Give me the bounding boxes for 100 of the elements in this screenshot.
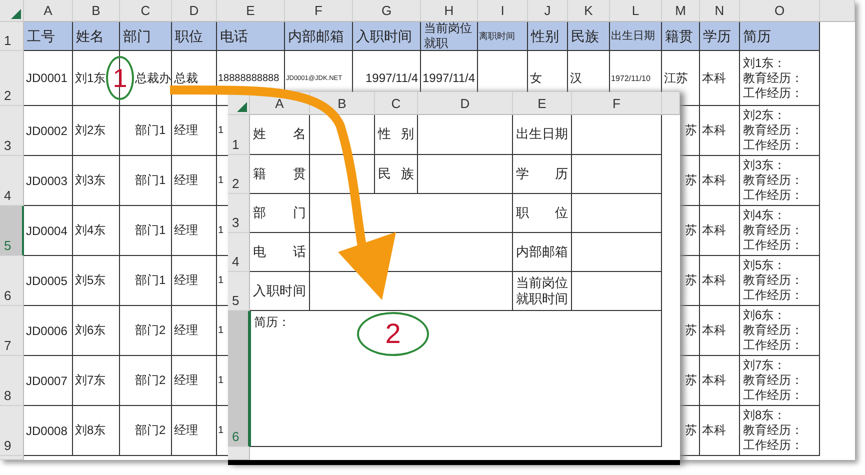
header-cell: 内部邮箱: [285, 22, 353, 51]
header-cell: 工号: [24, 22, 73, 51]
column-header[interactable]: C: [375, 92, 418, 115]
cell-text: 刘8东：: [743, 408, 786, 423]
cell-text: 刘1东：: [743, 56, 786, 70]
column-header[interactable]: J: [528, 0, 568, 22]
column-header[interactable]: A: [24, 0, 73, 22]
column-header[interactable]: I: [478, 0, 528, 22]
select-all-icon[interactable]: [237, 102, 247, 112]
column-header[interactable]: G: [353, 0, 421, 22]
header-cell: 出生日期: [610, 22, 662, 51]
table-cell: JD0006: [24, 306, 73, 356]
column-header[interactable]: H: [421, 0, 478, 22]
cell-text: 教育经历：: [743, 323, 803, 338]
table-cell: 刘5东: [73, 256, 120, 306]
field-label: 职 位: [513, 194, 572, 233]
row-header[interactable]: 7: [0, 306, 24, 356]
header-cell: 离职时间: [478, 22, 528, 51]
cell-text: 刘6东：: [743, 308, 786, 323]
column-header[interactable]: N: [700, 0, 740, 22]
table-cell: JD0002: [24, 106, 73, 156]
row-header[interactable]: [228, 447, 250, 460]
row-header[interactable]: [0, 456, 24, 460]
table-cell: 刘2东: [73, 106, 120, 156]
row-header[interactable]: 4: [228, 233, 250, 272]
header-cell: 部门: [120, 22, 172, 51]
column-header[interactable]: E: [513, 92, 572, 115]
header-cell: 学历: [700, 22, 740, 51]
cell-text: 教育经历：: [743, 273, 803, 288]
field-label: 民 族: [375, 155, 418, 194]
table-cell: 部门1: [120, 156, 172, 206]
column-header[interactable]: F: [572, 92, 662, 115]
cell-text: 教育经历：: [743, 423, 803, 438]
table-cell: JD0004: [24, 206, 73, 256]
table-cell: 本科: [700, 406, 740, 456]
row-header[interactable]: 2: [0, 51, 24, 106]
header-cell: 籍贯: [662, 22, 700, 51]
row-header[interactable]: 9: [0, 406, 24, 456]
column-header[interactable]: E: [217, 0, 285, 22]
table-cell: 部门2: [120, 306, 172, 356]
table-cell: 本科: [700, 106, 740, 156]
table-cell: 经理: [172, 106, 217, 156]
row-header[interactable]: 5: [228, 272, 250, 311]
table-cell: 本科: [700, 206, 740, 256]
row-header[interactable]: 1: [0, 22, 24, 51]
field-label: 部 门: [250, 194, 310, 233]
column-header[interactable]: [820, 0, 855, 22]
row-header[interactable]: 3: [0, 106, 24, 156]
row-header[interactable]: 2: [228, 155, 250, 194]
column-header[interactable]: [662, 92, 680, 115]
column-header[interactable]: K: [568, 0, 610, 22]
column-header[interactable]: O: [740, 0, 820, 22]
column-header[interactable]: L: [610, 0, 662, 22]
cell-text: 教育经历：: [743, 123, 803, 138]
table-cell: 部门2: [120, 356, 172, 406]
cell-text: 教育经历：: [743, 223, 803, 238]
table-cell: 本科: [700, 256, 740, 306]
header-cell: 入职时间: [353, 22, 421, 51]
table-cell: 本科: [700, 356, 740, 406]
cell-text: 工作经历：: [743, 388, 803, 403]
column-header[interactable]: F: [285, 0, 353, 22]
table-cell: 本科: [700, 156, 740, 206]
row-header[interactable]: 1: [228, 115, 250, 155]
column-header[interactable]: B: [73, 0, 120, 22]
field-label: 入职时间: [250, 272, 310, 311]
cell-text: 教育经历：: [743, 373, 803, 388]
cell-text: 工作经历：: [743, 188, 803, 203]
column-header[interactable]: C: [120, 0, 172, 22]
header-cell: 当前岗位就职: [421, 22, 478, 51]
table-cell: JD0005: [24, 256, 73, 306]
cell-text: 刘2东：: [743, 108, 786, 123]
row-header[interactable]: 8: [0, 356, 24, 406]
table-cell: 经理: [172, 306, 217, 356]
column-header[interactable]: D: [418, 92, 513, 115]
table-cell: 本科: [700, 51, 740, 106]
table-cell: 刘4东: [73, 206, 120, 256]
row-header[interactable]: 3: [228, 194, 250, 233]
table-cell: 部门1: [120, 256, 172, 306]
table-cell: [310, 115, 375, 155]
field-label: 内部邮箱: [513, 233, 572, 272]
cell-text: 教育经历：: [743, 173, 803, 188]
select-all-icon[interactable]: [11, 9, 21, 19]
row-header[interactable]: 6: [0, 256, 24, 306]
cell-text: 工作经历：: [743, 238, 803, 253]
cell-text: 刘4东：: [743, 208, 786, 223]
field-label: 学 历: [513, 155, 572, 194]
header-cell: 姓名: [73, 22, 120, 51]
column-header[interactable]: M: [662, 0, 700, 22]
table-cell: 经理: [172, 156, 217, 206]
header-cell: 职位: [172, 22, 217, 51]
table-cell: 经理: [172, 256, 217, 306]
table-cell: 部门1: [120, 106, 172, 156]
table-cell: 经理: [172, 206, 217, 256]
table-cell: JD0001: [24, 51, 73, 106]
field-label: 当前岗位就职时间: [513, 272, 572, 311]
column-header[interactable]: D: [172, 0, 217, 22]
cell-text: 工作经历：: [743, 86, 803, 100]
row-header[interactable]: 4: [0, 156, 24, 206]
table-cell: JD0008: [24, 406, 73, 456]
table-cell: JD0007: [24, 356, 73, 406]
